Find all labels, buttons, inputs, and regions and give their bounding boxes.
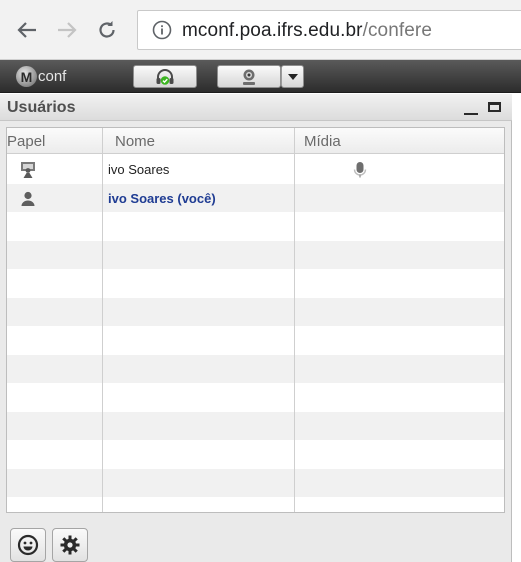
join-audio-button[interactable] bbox=[133, 65, 197, 88]
mconf-logo: M conf bbox=[16, 65, 66, 88]
share-webcam-button[interactable] bbox=[217, 65, 281, 88]
user-rows: ivo Soares ivo Soares (você) bbox=[7, 155, 504, 512]
emoji-status-button[interactable] bbox=[10, 528, 46, 562]
address-bar[interactable]: mconf.poa.ifrs.edu.br/confere bbox=[137, 10, 521, 50]
panel-footer bbox=[0, 516, 512, 562]
empty-row bbox=[7, 411, 504, 440]
users-panel: Usuários Papel Nome Mídia ivo Soares ivo… bbox=[0, 94, 512, 562]
forward-button[interactable] bbox=[50, 10, 84, 50]
settings-button[interactable] bbox=[52, 528, 88, 562]
back-button[interactable] bbox=[10, 10, 44, 50]
empty-row bbox=[7, 383, 504, 412]
info-icon[interactable] bbox=[152, 20, 172, 40]
user-row[interactable]: ivo Soares bbox=[7, 155, 504, 184]
column-header-media[interactable]: Mídia bbox=[304, 133, 341, 150]
grid-header: Papel Nome Mídia bbox=[7, 128, 504, 154]
logo-badge: M bbox=[16, 66, 37, 87]
column-header-role[interactable]: Papel bbox=[7, 133, 45, 150]
reload-button[interactable] bbox=[90, 10, 124, 50]
column-header-name[interactable]: Nome bbox=[115, 133, 155, 150]
microphone-icon[interactable] bbox=[353, 161, 367, 179]
user-name-self: ivo Soares (você) bbox=[108, 190, 216, 206]
empty-row bbox=[7, 354, 504, 383]
viewer-icon bbox=[21, 191, 35, 206]
panel-title: Usuários bbox=[7, 99, 76, 116]
empty-row bbox=[7, 440, 504, 469]
panel-header: Usuários bbox=[0, 94, 512, 121]
back-arrow-icon bbox=[17, 22, 36, 38]
empty-row bbox=[7, 468, 504, 497]
logo-text: conf bbox=[38, 68, 67, 85]
webcam-options-dropdown[interactable] bbox=[281, 65, 304, 88]
reload-icon bbox=[99, 21, 115, 38]
dropdown-arrow-icon bbox=[287, 73, 298, 80]
empty-row bbox=[7, 297, 504, 326]
presenter-icon bbox=[21, 162, 35, 178]
empty-row bbox=[7, 497, 504, 512]
maximize-icon[interactable] bbox=[488, 102, 501, 112]
url-path: /confere bbox=[362, 20, 433, 41]
webcam-icon bbox=[243, 69, 255, 85]
url-domain: mconf.poa.ifrs.edu.br bbox=[182, 20, 363, 41]
empty-row bbox=[7, 326, 504, 355]
forward-arrow-icon bbox=[58, 22, 77, 38]
column-divider bbox=[102, 128, 103, 512]
users-grid: Papel Nome Mídia ivo Soares ivo Soares (… bbox=[6, 127, 505, 513]
empty-row bbox=[7, 240, 504, 269]
user-row-self[interactable]: ivo Soares (você) bbox=[7, 183, 504, 212]
browser-toolbar: mconf.poa.ifrs.edu.br/confere bbox=[0, 0, 521, 60]
minimize-icon[interactable] bbox=[464, 98, 478, 116]
settings-gear-icon bbox=[60, 535, 80, 555]
column-divider bbox=[294, 128, 295, 512]
empty-row bbox=[7, 212, 504, 241]
empty-row bbox=[7, 269, 504, 298]
headset-icon bbox=[156, 68, 174, 85]
emoji-status-icon bbox=[17, 534, 39, 556]
app-toolbar: M conf bbox=[0, 60, 521, 93]
url-text: mconf.poa.ifrs.edu.br/confere bbox=[182, 20, 432, 42]
user-name: ivo Soares bbox=[108, 162, 170, 177]
